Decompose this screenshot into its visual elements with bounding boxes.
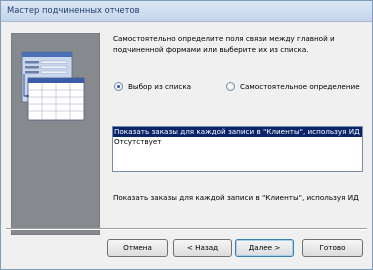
window-title: Мастер подчиненных отчетов: [7, 5, 140, 15]
radio-define-own[interactable]: Самостоятельное определение: [226, 82, 360, 91]
radio-unselected-icon[interactable]: [226, 82, 235, 91]
link-options-listbox[interactable]: Показать заказы для каждой записи в "Кли…: [112, 126, 363, 172]
back-button[interactable]: < Назад: [173, 239, 232, 257]
form-subreport-icon: [21, 51, 85, 121]
wizard-illustration: [11, 33, 100, 235]
finish-button[interactable]: Готово: [302, 239, 363, 257]
list-item[interactable]: Отсутствует: [113, 137, 362, 147]
instruction-text: Самостоятельно определите поля связи меж…: [113, 34, 363, 55]
radio-selected-icon[interactable]: [114, 82, 123, 91]
radio-define-own-label: Самостоятельное определение: [240, 82, 360, 91]
wizard-body: Самостоятельно определите поля связи меж…: [1, 22, 372, 269]
cancel-button[interactable]: Отмена: [107, 239, 168, 257]
instruction-line-1: Самостоятельно определите поля связи меж…: [113, 34, 335, 43]
next-button[interactable]: Далее >: [235, 239, 294, 257]
radio-choose-from-list[interactable]: Выбор из списка: [114, 82, 191, 91]
title-bar: Мастер подчиненных отчетов: [1, 1, 372, 22]
list-item[interactable]: Показать заказы для каждой записи в "Кли…: [113, 127, 362, 137]
instruction-line-2: подчиненной формами или выберите их из с…: [113, 44, 309, 54]
radio-choose-from-list-label: Выбор из списка: [128, 82, 192, 91]
selection-summary: Показать заказы для каждой записи в "Кли…: [113, 193, 359, 202]
subreport-wizard-window: Мастер подчиненных отчетов Самостоятельн…: [0, 0, 373, 270]
divider: [6, 228, 367, 230]
